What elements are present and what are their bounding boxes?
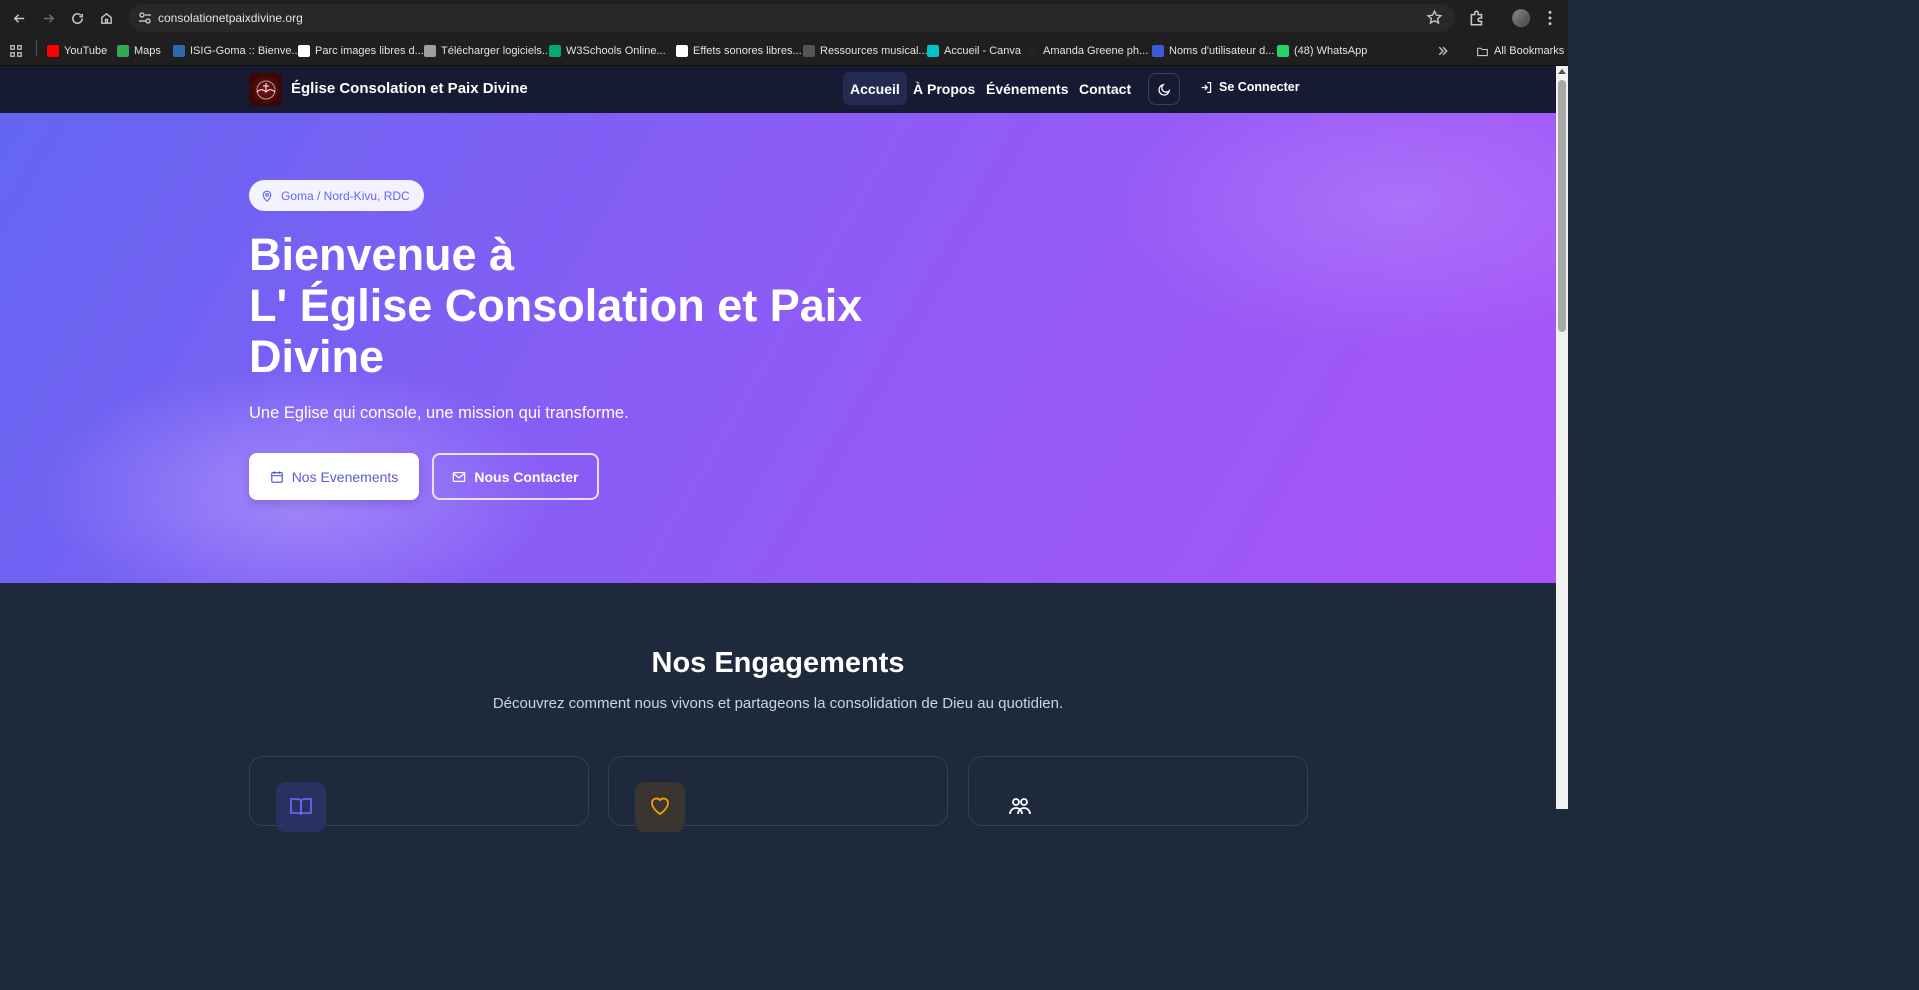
hero-subtitle: Une Eglise qui console, une mission qui … [249,404,629,422]
moon-icon [1157,83,1170,96]
scroll-thumb[interactable] [1558,80,1566,332]
calendar-icon [270,470,283,483]
nav-evenements[interactable]: Événements [979,72,1075,105]
church-logo[interactable] [249,73,282,106]
bookmarks-separator [36,40,37,56]
bookmark-item[interactable]: Effets sonores libres... [676,42,802,60]
bookmark-label: (48) WhatsApp [1294,45,1368,57]
bookmark-label: Amanda Greene ph... [1043,45,1149,57]
hero-title-line-1: Bienvenue à [249,229,515,280]
bookmark-favicon-icon [549,45,561,57]
location-text: Goma / Nord-Kivu, RDC [281,188,410,203]
site-header: Église Consolation et Paix Divine Accuei… [0,66,1556,113]
map-pin-icon [262,190,272,202]
bookmark-item[interactable]: (48) WhatsApp [1277,42,1367,60]
forward-arrow-icon[interactable] [37,7,59,29]
location-badge: Goma / Nord-Kivu, RDC [249,180,424,211]
bookmark-favicon-icon [298,45,310,57]
bookmark-favicon-icon [173,45,185,57]
bookmark-favicon-icon [47,45,59,57]
folder-icon [1477,47,1488,56]
bookmark-favicon-icon [803,45,815,57]
bookmark-item[interactable]: Accueil - Canva [927,42,1021,60]
book-icon [290,798,312,816]
bookmark-item[interactable]: Amanda Greene ph... [1026,42,1148,60]
bookmark-label: Télécharger logiciels... [441,45,552,57]
hero-title-line-3: Divine [249,331,385,382]
site-title[interactable]: Église Consolation et Paix Divine [291,80,528,97]
url-text[interactable]: consolationetpaixdivine.org [158,11,303,25]
all-bookmarks-button[interactable]: All Bookmarks [1476,42,1564,60]
heart-icon [651,797,669,816]
users-icon [1009,798,1031,815]
nav-contact[interactable]: Contact [1072,72,1138,105]
bookmark-label: Maps [134,45,161,57]
login-button[interactable]: Se Connecter [1200,80,1300,94]
bookmark-favicon-icon [117,45,129,57]
bookmark-label: Noms d'utilisateur d... [1169,45,1275,57]
page-scrollbar[interactable] [1556,66,1568,809]
heart-icon-box [635,782,685,832]
bookmark-item[interactable]: ISIG-Goma :: Bienve... [173,42,301,60]
reload-icon[interactable] [66,7,88,29]
engagement-card[interactable] [608,756,948,832]
bookmarks-bar: YouTube Maps ISIG-Goma :: Bienve... Parc im… [0,36,1568,66]
bookmark-favicon-icon [927,45,939,57]
bookmark-favicon-icon [1152,45,1164,57]
contact-us-button[interactable]: Nous Contacter [432,453,599,500]
engagements-subtitle: Découvrez comment nous vivons et partage… [492,695,1064,712]
engagements-title: Nos Engagements [651,647,905,679]
bookmark-item[interactable]: Parc images libres d... [298,42,424,60]
bookmark-favicon-icon [676,45,688,57]
bookmark-label: Accueil - Canva [944,45,1022,57]
hero-section: Goma / Nord-Kivu, RDC Bienvenue à L' Égl… [0,113,1556,583]
bookmark-label: Parc images libres d... [315,45,424,57]
engagement-card[interactable] [249,756,589,832]
browser-toolbar: consolationetpaixdivine.org [0,0,1568,36]
login-label: Se Connecter [1219,80,1300,94]
back-arrow-icon[interactable] [8,7,30,29]
bookmark-item[interactable]: Ressources musical... [803,42,928,60]
book-icon-box [276,782,326,832]
bookmark-item[interactable]: W3Schools Online... [549,42,666,60]
bookmark-favicon-icon [1277,45,1289,57]
bookmark-item[interactable]: Maps [117,42,161,60]
bookmark-label: Effets sonores libres... [693,45,802,57]
contact-us-button-label: Nous Contacter [474,468,579,485]
menu-dots-icon[interactable] [1541,9,1559,27]
address-bar[interactable]: consolationetpaixdivine.org [129,4,1455,32]
home-icon[interactable] [95,7,117,29]
all-bookmarks-label: All Bookmarks [1494,45,1565,57]
hero-title: Bienvenue à L' Église Consolation et Pai… [249,229,929,382]
bookmark-label: Ressources musical... [820,45,928,57]
hero-title-line-2: L' Église Consolation et Paix [249,280,863,331]
bookmark-star-icon[interactable] [1426,9,1443,26]
bookmark-item[interactable]: YouTube [47,42,107,60]
bookmark-label: ISIG-Goma :: Bienve... [190,45,301,57]
users-icon-box [995,782,1045,832]
bookmark-favicon-icon [1026,45,1038,57]
bookmark-favicon-icon [424,45,436,57]
scroll-up-arrow-icon[interactable] [1558,69,1566,74]
profile-avatar[interactable] [1512,9,1530,27]
more-bookmarks-chevron-icon[interactable] [1437,45,1449,57]
bookmark-label: YouTube [64,45,108,57]
site-settings-icon[interactable] [137,10,153,26]
apps-grid-icon[interactable] [9,44,23,58]
theme-toggle-button[interactable] [1148,73,1180,105]
extensions-icon[interactable] [1468,9,1486,27]
events-button[interactable]: Nos Evenements [249,453,419,500]
login-icon [1201,81,1212,93]
engagement-card[interactable] [968,756,1308,826]
nav-a-propos[interactable]: À Propos [906,72,982,105]
hero-glow-secondary [1100,113,1556,353]
events-button-label: Nos Evenements [291,468,399,485]
bookmark-item[interactable]: Noms d'utilisateur d... [1152,42,1274,60]
bookmark-label: W3Schools Online... [566,45,666,57]
mail-icon [453,471,466,482]
bookmark-item[interactable]: Télécharger logiciels... [424,42,551,60]
nav-accueil[interactable]: Accueil [843,72,907,105]
